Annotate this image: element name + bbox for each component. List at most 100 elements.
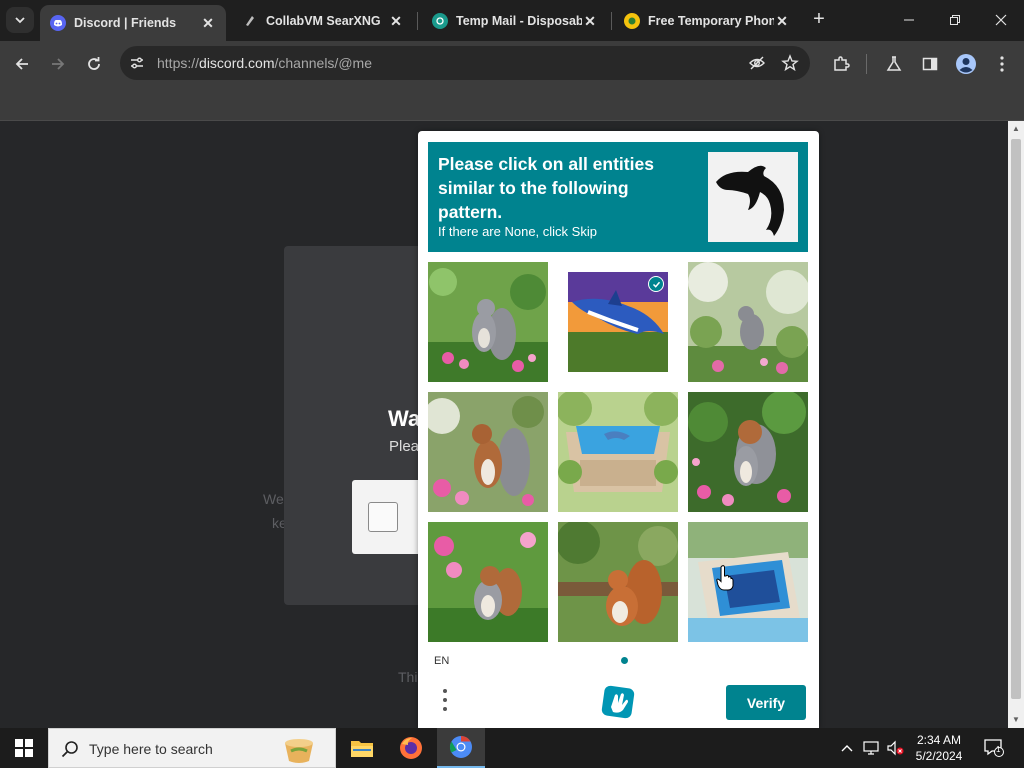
captcha-tile-squirrel[interactable] <box>428 522 548 642</box>
language-selector[interactable]: EN <box>434 655 449 667</box>
windows-logo-icon <box>15 739 33 757</box>
page-indicator-dot <box>621 657 628 664</box>
temp-mail-icon <box>432 13 448 29</box>
close-tab-icon[interactable]: ✕ <box>388 13 404 29</box>
captcha-sample-image <box>708 152 798 242</box>
hcaptcha-logo-icon <box>601 685 635 719</box>
tray-volume-button[interactable] <box>884 728 906 768</box>
side-panel-icon <box>922 57 938 71</box>
taskbar-clock[interactable]: 2:34 AM 5/2/2024 <box>904 732 974 764</box>
profile-button[interactable] <box>953 51 979 77</box>
captcha-tile-squirrel[interactable] <box>428 262 548 382</box>
squirrel-image-icon <box>688 262 808 382</box>
squirrel-image-icon <box>428 522 548 642</box>
tab-title: Discord | Friends <box>74 16 177 30</box>
forward-button[interactable] <box>45 51 71 77</box>
close-tab-icon[interactable]: ✕ <box>774 13 790 29</box>
notification-center-button[interactable]: 1 <box>980 728 1008 768</box>
bookmarks-bar <box>0 86 1024 121</box>
tab-separator <box>611 12 612 30</box>
captcha-tile-pool[interactable] <box>558 392 678 512</box>
close-tab-icon[interactable]: ✕ <box>582 13 598 29</box>
taskbar-file-explorer[interactable] <box>338 728 386 768</box>
tray-network-button[interactable] <box>860 728 882 768</box>
tab-strip: Discord | Friends ✕ CollabVM SearXNG ✕ T… <box>0 0 1024 41</box>
close-tab-icon[interactable]: ✕ <box>200 15 216 31</box>
puzzle-icon <box>834 56 850 71</box>
menu-button[interactable] <box>989 51 1015 77</box>
forward-arrow-icon <box>52 58 65 70</box>
labs-button[interactable] <box>881 51 907 77</box>
address-bar[interactable]: https://discord.com/channels/@me <box>120 46 810 80</box>
captcha-tile-squirrel[interactable] <box>688 392 808 512</box>
star-icon[interactable] <box>781 54 799 72</box>
notification-icon <box>984 739 1004 757</box>
firefox-icon <box>400 737 422 759</box>
tab-separator <box>417 12 418 30</box>
site-settings-icon[interactable] <box>129 55 145 71</box>
captcha-tile-pool[interactable] <box>688 522 808 642</box>
captcha-menu-button[interactable] <box>440 689 450 715</box>
dolphin-silhouette-icon <box>716 165 784 236</box>
screen: Discord | Friends ✕ CollabVM SearXNG ✕ T… <box>0 0 1024 768</box>
browser-toolbar: https://discord.com/channels/@me <box>0 41 1024 86</box>
selected-check-icon <box>648 276 664 292</box>
eye-off-icon[interactable] <box>748 54 766 72</box>
captcha-tile-dolphin[interactable] <box>558 262 678 382</box>
phone-site-icon <box>624 13 640 29</box>
side-panel-button[interactable] <box>917 51 943 77</box>
page-scrollbar[interactable]: ▲ ▼ <box>1008 121 1024 728</box>
scroll-down-icon[interactable]: ▼ <box>1011 715 1021 725</box>
discord-side-text: We <box>263 491 284 507</box>
scroll-thumb[interactable] <box>1011 139 1021 699</box>
search-placeholder: Type here to search <box>89 741 213 757</box>
clock-date: 5/2/2024 <box>915 749 963 763</box>
tab-temp-mail[interactable]: Temp Mail - Disposable ✕ <box>422 5 608 37</box>
extensions-button[interactable] <box>828 51 854 77</box>
hcaptcha-challenge: Please click on all entities similar to … <box>418 131 819 728</box>
hand-cursor-icon <box>716 565 734 591</box>
tray-overflow-button[interactable] <box>838 728 856 768</box>
captcha-tile-squirrel[interactable] <box>428 392 548 512</box>
restore-button[interactable] <box>932 0 978 40</box>
new-tab-button[interactable]: + <box>808 9 830 31</box>
tab-title: Temp Mail - Disposable <box>456 14 582 28</box>
back-arrow-icon <box>15 58 28 70</box>
captcha-checkbox[interactable] <box>368 502 398 532</box>
back-button[interactable] <box>9 51 35 77</box>
captcha-tile-squirrel[interactable] <box>558 522 678 642</box>
squirrel-image-icon <box>428 262 548 382</box>
tab-title: Free Temporary Phone <box>648 14 774 28</box>
captcha-prompt-title: Please click on all entities similar to … <box>438 154 654 222</box>
network-icon <box>863 741 879 755</box>
tab-discord[interactable]: Discord | Friends ✕ <box>40 5 226 41</box>
taskbar-chrome[interactable] <box>437 728 485 768</box>
discord-modal-subtitle: Plea <box>389 438 420 455</box>
captcha-tile-squirrel[interactable] <box>688 262 808 382</box>
taskbar-search[interactable]: Type here to search <box>48 728 336 768</box>
squirrel-image-icon <box>428 392 548 512</box>
url-host: discord.com <box>199 55 275 71</box>
start-button[interactable] <box>0 728 48 768</box>
discord-modal-title: Wa <box>388 406 421 431</box>
discord-icon <box>50 15 66 31</box>
avatar-icon <box>956 54 976 74</box>
taskbar-firefox[interactable] <box>387 728 435 768</box>
minimize-button[interactable] <box>886 0 932 40</box>
url-scheme: https:// <box>157 55 200 71</box>
reload-button[interactable] <box>81 51 107 77</box>
searxng-icon <box>242 13 258 29</box>
tab-collabvm[interactable]: CollabVM SearXNG ✕ <box>232 5 414 37</box>
scroll-up-icon[interactable]: ▲ <box>1011 124 1021 134</box>
close-window-button[interactable] <box>978 0 1024 40</box>
restore-icon <box>950 15 960 25</box>
squirrel-image-icon <box>688 392 808 512</box>
search-icon <box>61 741 78 758</box>
verify-button[interactable]: Verify <box>726 685 806 720</box>
pool-image-icon <box>688 522 808 642</box>
tab-search-button[interactable] <box>6 7 34 33</box>
close-icon <box>995 14 1007 26</box>
reload-icon <box>88 57 100 70</box>
tab-temp-phone[interactable]: Free Temporary Phone ✕ <box>614 5 800 37</box>
tab-title: CollabVM SearXNG <box>266 14 381 28</box>
